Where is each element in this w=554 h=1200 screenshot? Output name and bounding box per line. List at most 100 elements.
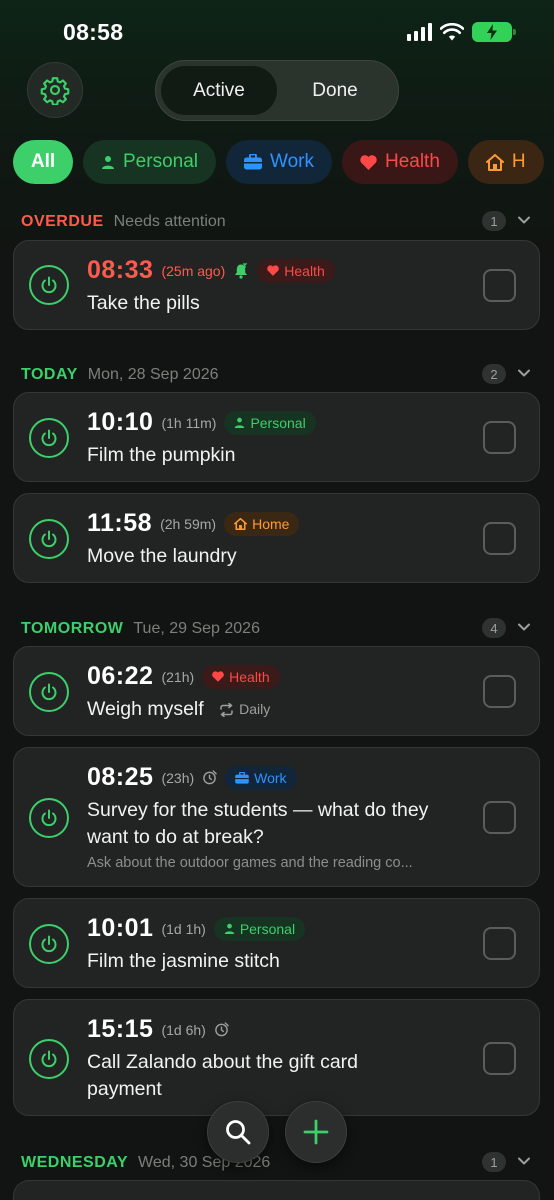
section-count-badge: 1 xyxy=(482,211,506,231)
section-count-badge: 2 xyxy=(482,364,506,384)
task-title: Survey for the students — what do they w… xyxy=(87,799,429,848)
section-title: OVERDUE xyxy=(21,213,104,230)
heart-icon xyxy=(212,671,224,682)
task-relative-time: (21h) xyxy=(161,668,195,685)
task-card[interactable]: 06:22 (21h) Health Weigh myself Daily xyxy=(13,646,540,736)
status-icons xyxy=(407,22,516,42)
person-icon xyxy=(235,417,245,428)
task-title: Take the pills xyxy=(87,292,200,314)
search-icon xyxy=(226,1120,251,1145)
add-reminder-button[interactable] xyxy=(285,1101,347,1163)
task-checkbox[interactable] xyxy=(483,522,516,555)
section-title: TODAY xyxy=(21,366,78,383)
task-time: 10:01 xyxy=(87,914,154,942)
section-overdue-header[interactable]: OVERDUE Needs attention 1 xyxy=(21,210,536,234)
wifi-icon xyxy=(440,23,464,41)
task-card[interactable]: 10:10 (1h 11m) Personal Film the pumpkin xyxy=(13,392,540,482)
task-time: 11:58 xyxy=(87,509,153,537)
section-count-badge: 1 xyxy=(482,1152,506,1172)
task-meta: 08:25 (23h) Work xyxy=(87,763,297,792)
segment-done[interactable]: Done xyxy=(277,66,393,115)
task-title: Call Zalando about the gift card payment xyxy=(87,1051,359,1100)
cellular-signal-icon xyxy=(407,23,432,41)
power-icon xyxy=(41,429,57,447)
tag-label: Personal xyxy=(239,920,296,937)
task-card[interactable]: 11:58 (2h 59m) Home Move the laundry xyxy=(13,493,540,583)
filter-personal-label: Personal xyxy=(123,151,198,172)
task-category-tag: Health xyxy=(257,258,335,283)
chevron-down-icon xyxy=(518,623,530,631)
repeat-icon xyxy=(220,702,233,717)
toggle-reminder-button[interactable] xyxy=(29,519,69,559)
filter-personal[interactable]: Personal xyxy=(83,140,216,184)
section-tomorrow-header[interactable]: TOMORROW Tue, 29 Sep 2026 4 xyxy=(21,617,536,641)
person-icon xyxy=(102,156,114,169)
power-icon xyxy=(41,276,57,294)
task-card[interactable]: 08:33 (25m ago) Health Take the pills xyxy=(13,240,540,330)
heart-icon xyxy=(267,265,280,276)
task-card-partial[interactable] xyxy=(13,1180,540,1200)
task-title: Film the pumpkin xyxy=(87,444,236,466)
toggle-reminder-button[interactable] xyxy=(29,924,69,964)
filter-all[interactable]: All xyxy=(13,140,73,184)
tag-label: Health xyxy=(284,262,325,279)
settings-button[interactable] xyxy=(27,62,83,118)
alarm-clock-icon xyxy=(203,770,217,785)
task-checkbox[interactable] xyxy=(483,675,516,708)
tag-label: Personal xyxy=(250,414,306,431)
section-count-badge: 4 xyxy=(482,618,506,638)
search-button[interactable] xyxy=(207,1101,269,1163)
status-segmented-control: Active Done xyxy=(155,60,399,121)
bell-snooze-icon xyxy=(235,262,248,279)
task-time: 10:10 xyxy=(87,408,154,436)
filter-health[interactable]: Health xyxy=(341,140,458,184)
task-checkbox[interactable] xyxy=(483,927,516,960)
task-card[interactable]: 15:15 (1d 6h) Call Zalando about the gif… xyxy=(13,999,540,1116)
task-time: 15:15 xyxy=(87,1015,154,1043)
status-bar: 08:58 xyxy=(0,0,554,64)
task-checkbox[interactable] xyxy=(483,1042,516,1075)
power-icon xyxy=(41,809,57,827)
segment-active[interactable]: Active xyxy=(161,66,277,115)
task-relative-time: (2h 59m) xyxy=(160,515,217,532)
section-wednesday-header[interactable]: WEDNESDAY Wed, 30 Sep 2026 1 xyxy=(21,1151,536,1175)
task-card[interactable]: 10:01 (1d 1h) Personal Film the jasmine … xyxy=(13,898,540,988)
tag-label: Work xyxy=(254,769,287,786)
status-time: 08:58 xyxy=(63,19,124,45)
briefcase-icon xyxy=(235,771,249,784)
task-relative-time: (1d 1h) xyxy=(161,920,206,937)
toggle-reminder-button[interactable] xyxy=(29,1039,69,1079)
task-title: Weigh myself xyxy=(87,698,204,720)
filter-home[interactable]: H xyxy=(467,140,544,184)
task-checkbox[interactable] xyxy=(483,269,516,302)
power-icon xyxy=(41,935,57,953)
task-time: 06:22 xyxy=(87,662,154,690)
toggle-reminder-button[interactable] xyxy=(29,672,69,712)
section-subtitle: Mon, 28 Sep 2026 xyxy=(87,366,219,383)
filter-work-label: Work xyxy=(270,151,314,172)
toggle-reminder-button[interactable] xyxy=(29,418,69,458)
task-note: Ask about the outdoor games and the read… xyxy=(87,855,413,871)
task-checkbox[interactable] xyxy=(483,801,516,834)
toggle-reminder-button[interactable] xyxy=(29,265,69,305)
battery-charging-icon xyxy=(472,22,516,42)
tag-label: Health xyxy=(229,668,270,685)
reminders-screen: 08:58 Active Done All Personal Work Heal… xyxy=(0,0,554,1200)
task-meta: 06:22 (21h) Health xyxy=(87,662,280,691)
plus-icon xyxy=(303,1119,329,1145)
task-category-tag: Health xyxy=(202,664,280,689)
task-checkbox[interactable] xyxy=(483,421,516,454)
repeat-indicator: Daily xyxy=(219,696,270,723)
task-category-tag: Personal xyxy=(224,410,316,435)
repeat-label: Daily xyxy=(239,701,271,718)
person-icon xyxy=(224,923,235,934)
task-meta: 10:10 (1h 11m) Personal xyxy=(87,408,316,437)
section-title: WEDNESDAY xyxy=(21,1154,129,1171)
filter-home-label: H xyxy=(511,151,526,172)
filter-work[interactable]: Work xyxy=(226,140,332,184)
section-today-header[interactable]: TODAY Mon, 28 Sep 2026 2 xyxy=(21,363,536,387)
toggle-reminder-button[interactable] xyxy=(29,798,69,838)
task-meta: 15:15 (1d 6h) xyxy=(87,1015,229,1044)
task-card[interactable]: 08:25 (23h) Work Survey for the students… xyxy=(13,747,540,887)
category-filter-chips: All Personal Work Health H xyxy=(13,140,544,184)
